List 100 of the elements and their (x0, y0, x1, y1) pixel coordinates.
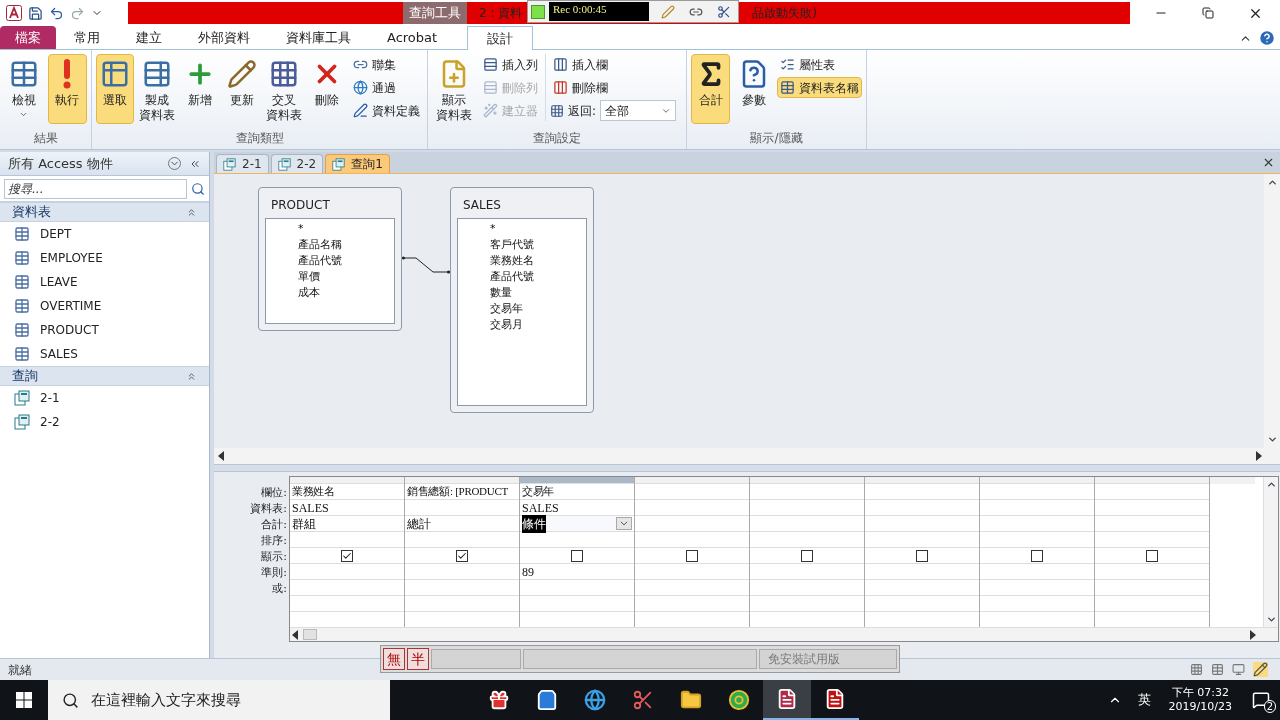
checkbox[interactable] (686, 549, 698, 562)
field-name[interactable]: 產品名稱 (298, 237, 394, 253)
ribbon-button[interactable]: 屬性表 (777, 54, 862, 75)
windows-start-icon[interactable] (16, 692, 32, 708)
field-name[interactable]: 業務姓名 (490, 253, 586, 269)
horizontal-scrollbar[interactable] (290, 627, 1278, 641)
checkbox[interactable] (456, 549, 468, 562)
ribbon-button[interactable]: 製成 資料表 (138, 54, 177, 124)
collapse-section-icon[interactable] (186, 370, 197, 382)
nav-pane-header[interactable]: 所有 Access 物件 (0, 152, 209, 176)
field-list-window[interactable]: SALES * 客戶代號 業務姓名 產品代號 數量 交易年 交易月 (450, 187, 594, 413)
nav-item[interactable]: SALES (0, 342, 209, 366)
clock-date[interactable]: 2019/10/23 (1168, 700, 1232, 714)
dropdown-icon[interactable] (616, 517, 632, 530)
nav-item[interactable]: DEPT (0, 222, 209, 246)
ribbon-button[interactable]: 插入列 (480, 54, 541, 75)
table-icon (14, 226, 30, 242)
search-icon[interactable] (191, 181, 205, 196)
checkbox[interactable] (1146, 549, 1158, 562)
ribbon-button[interactable]: 資料表名稱 (777, 77, 862, 98)
button-label: 新增 (187, 93, 212, 108)
row-label: 顯示: (261, 549, 287, 565)
window-title: 品啟動失敗) (752, 5, 817, 22)
section-title: 查詢 (12, 367, 39, 386)
ribbon-button[interactable]: 聯集 (349, 54, 423, 75)
return-dropdown[interactable]: 全部 (600, 100, 677, 121)
design-view-icon[interactable] (1253, 662, 1268, 677)
vertical-scrollbar[interactable] (1264, 174, 1280, 448)
nav-item[interactable]: LEAVE (0, 270, 209, 294)
ribbon-button[interactable]: 新增 (180, 54, 219, 124)
ribbon-button[interactable]: 資料定義 (349, 100, 423, 121)
section-header[interactable]: 查詢 (0, 366, 209, 386)
pen-icon[interactable] (661, 4, 675, 19)
field-name[interactable]: * (298, 221, 394, 237)
ribbon-tab[interactable]: Acrobat (369, 26, 456, 49)
view-icon[interactable] (1190, 663, 1203, 676)
close-icon[interactable] (1262, 156, 1275, 169)
button-label: 更新 (230, 93, 255, 108)
document-tab[interactable]: 2-1 (216, 154, 269, 173)
ribbon-button[interactable]: 通過 (349, 77, 423, 98)
field-name[interactable]: 客戶代號 (490, 237, 586, 253)
clock-time[interactable]: 下午 07:32 (1171, 686, 1229, 700)
section-header[interactable]: 資料表 (0, 202, 209, 222)
field-name[interactable]: 交易年 (490, 301, 586, 317)
collapse-section-icon[interactable] (186, 206, 197, 218)
field-name[interactable]: 數量 (490, 285, 586, 301)
scissors-icon[interactable] (717, 4, 731, 19)
field-list-window[interactable]: PRODUCT * 產品名稱 產品代號 單價 成本 (258, 187, 402, 331)
row-label: 資料表: (250, 501, 287, 517)
ribbon-button[interactable]: 刪除欄 (550, 77, 677, 98)
ribbon-button[interactable]: 插入欄 (550, 54, 677, 75)
checkbox[interactable] (571, 549, 583, 562)
checkbox[interactable] (916, 549, 928, 562)
ribbon-button[interactable]: 合計 (691, 54, 730, 124)
checkbox[interactable] (801, 549, 813, 562)
field-name[interactable]: 產品代號 (490, 269, 586, 285)
document-tab[interactable]: 查詢1 (325, 154, 390, 173)
ribbon-tab[interactable]: 常用 (56, 26, 118, 49)
document-tab[interactable]: 2-2 (270, 154, 324, 173)
ribbon-tab[interactable]: 設計 (467, 26, 534, 50)
ribbon-button[interactable]: 交叉 資料表 (265, 54, 304, 124)
ribbon-button[interactable]: 更新 (223, 54, 262, 124)
checkbox[interactable] (1031, 549, 1043, 562)
view-icon[interactable] (1211, 663, 1224, 676)
horizontal-scrollbar[interactable] (214, 448, 1280, 464)
restore-icon[interactable] (1202, 6, 1214, 19)
nav-item[interactable]: 2-1 (0, 386, 209, 410)
nav-item[interactable]: EMPLOYEE (0, 246, 209, 270)
ribbon-button[interactable]: 刪除 (307, 54, 346, 124)
view-icon[interactable] (1232, 663, 1245, 676)
nav-item[interactable]: PRODUCT (0, 318, 209, 342)
ribbon-tab[interactable]: 建立 (118, 26, 180, 49)
field-value: 業務姓名 (292, 484, 335, 500)
help-icon[interactable] (1258, 29, 1276, 47)
checkbox[interactable] (341, 549, 353, 562)
taskbar-search-field[interactable]: 在這裡輸入文字來搜尋 (48, 680, 390, 720)
notification-icon[interactable] (1252, 691, 1270, 709)
undo-icon[interactable] (49, 5, 64, 21)
field-name[interactable]: 成本 (298, 285, 394, 301)
nav-item[interactable]: OVERTIME (0, 294, 209, 318)
ribbon-button[interactable]: 顯示 資料表 (432, 54, 476, 124)
ribbon-tab[interactable]: 檔案 (0, 26, 56, 49)
button-label: 選取 (103, 93, 128, 108)
save-icon[interactable] (28, 5, 43, 21)
vertical-scrollbar[interactable] (1263, 477, 1278, 627)
ime-mode-button[interactable]: 無 (383, 648, 405, 670)
ribbon-tab[interactable]: 外部資料 (180, 26, 268, 49)
search-field[interactable]: 搜尋... (4, 178, 187, 199)
field-name[interactable]: * (490, 221, 586, 237)
field-name[interactable]: 單價 (298, 269, 394, 285)
field-name[interactable]: 產品代號 (298, 253, 394, 269)
ribbon-button[interactable]: 選取 (96, 54, 135, 124)
field-name[interactable]: 交易月 (490, 317, 586, 333)
nav-item[interactable]: 2-2 (0, 410, 209, 434)
ribbon-button[interactable]: 執行 (47, 54, 87, 124)
input-method-indicator[interactable]: 英 (1137, 690, 1151, 710)
ribbon-button[interactable]: 檢視 (4, 54, 44, 124)
ribbon-button[interactable]: 參數 (734, 54, 773, 124)
ime-width-button[interactable]: 半 (407, 648, 429, 670)
ribbon-tab[interactable]: 資料庫工具 (268, 26, 369, 49)
